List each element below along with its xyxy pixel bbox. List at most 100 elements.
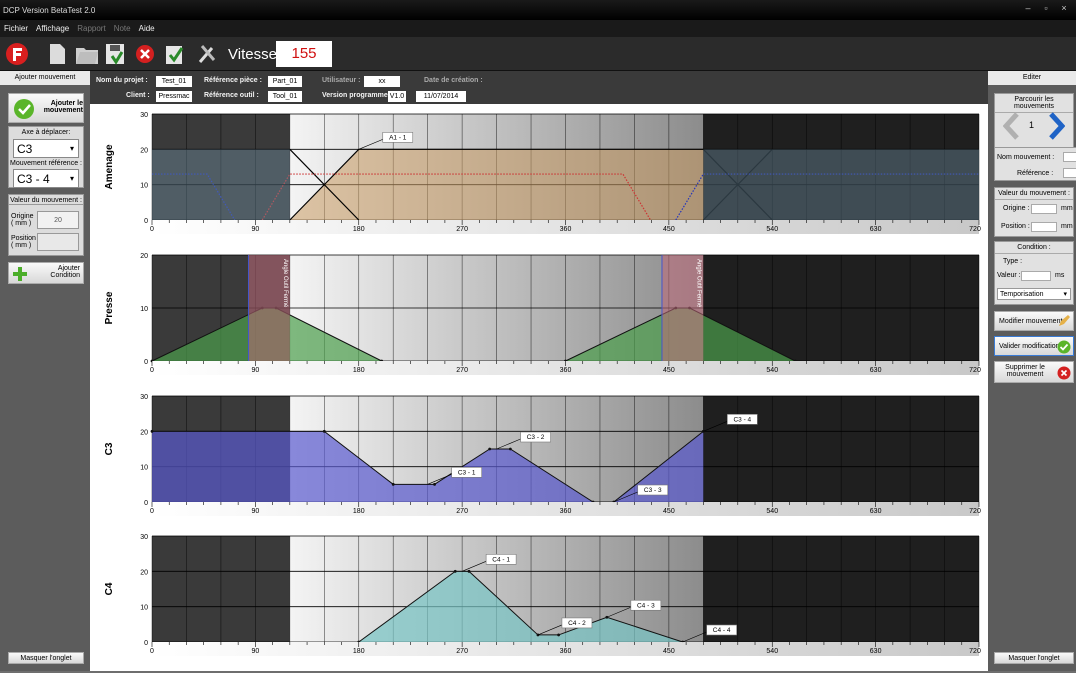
close-icon[interactable]: × xyxy=(1056,3,1072,15)
x-tick-label: 720 xyxy=(969,226,981,233)
axis-select[interactable]: C3 ▾ xyxy=(13,139,79,158)
chart-presse: 0 10 20 Presse 0 90 180 270 360 450 540 630 720 Angle… xyxy=(104,253,981,375)
add-condition-button[interactable]: Ajouter Condition xyxy=(8,262,84,284)
hide-tab-button-right[interactable]: Masquer l'onglet xyxy=(994,652,1074,664)
annotation-label: Angle Outil Fermé xyxy=(695,259,701,308)
data-point xyxy=(488,447,492,451)
x-tick-label: 180 xyxy=(353,226,365,233)
value-group: Valeur du mouvement : Origine ( mm ) 20 … xyxy=(8,194,84,256)
data-point xyxy=(322,429,326,433)
x-tick-label: 90 xyxy=(251,508,259,515)
annotation-label: C3 - 1 xyxy=(458,469,476,476)
condition-select[interactable]: Temporisation ▾ xyxy=(997,288,1071,300)
x-tick-label: 270 xyxy=(456,648,468,655)
right-header: Editer xyxy=(988,71,1076,85)
new-file-icon[interactable] xyxy=(46,42,68,66)
x-tick-label: 0 xyxy=(150,648,154,655)
ref-tool-label: Référence outil : xyxy=(204,92,259,99)
project-info-bar: Nom du projet : Test_01 Client : Pressma… xyxy=(90,71,988,104)
chevron-down-icon: ▾ xyxy=(69,144,74,153)
validate-modification-button[interactable]: Valider modification xyxy=(994,336,1074,356)
zone-tint xyxy=(152,149,290,220)
position-field[interactable] xyxy=(37,233,79,251)
condition-group: Condition : Type : Valeur : ms Temporisa… xyxy=(994,241,1074,305)
user-value: xx xyxy=(364,76,400,87)
cancel-icon[interactable] xyxy=(134,42,156,66)
x-tick-label: 450 xyxy=(663,367,675,374)
date-value: 11/07/2014 xyxy=(416,91,466,102)
origin-unit: mm xyxy=(1061,205,1073,212)
x-tick-label: 450 xyxy=(663,226,675,233)
x-tick-label: 630 xyxy=(870,648,882,655)
chevron-down-icon: ▾ xyxy=(69,174,74,183)
menu-fichier[interactable]: Fichier xyxy=(0,20,32,33)
y-tick-label: 20 xyxy=(140,147,148,154)
valeur-field[interactable] xyxy=(1021,271,1051,281)
user-label: Utilisateur : xyxy=(322,77,361,84)
app-logo-icon[interactable] xyxy=(6,42,28,66)
ref-tool-value: Tool_01 xyxy=(268,91,302,102)
x-tick-label: 0 xyxy=(150,367,154,374)
tools-icon[interactable] xyxy=(196,42,218,66)
y-tick-label: 20 xyxy=(140,429,148,436)
x-tick-label: 360 xyxy=(560,367,572,374)
name-field[interactable] xyxy=(1063,152,1076,162)
right-position-label: Position : xyxy=(1001,223,1030,230)
maximize-icon[interactable]: ▫ xyxy=(1038,3,1054,15)
series-area xyxy=(289,149,704,220)
x-tick-label: 630 xyxy=(870,367,882,374)
y-tick-label: 20 xyxy=(140,569,148,576)
chart-c3: 0 10 20 30 C3 0 90 180 270 360 450 540 630 720 C3 - 1 C… xyxy=(104,394,981,516)
menu-affichage[interactable]: Affichage xyxy=(32,20,73,33)
x-tick-label: 270 xyxy=(456,508,468,515)
x-tick-label: 360 xyxy=(560,648,572,655)
menu-note[interactable]: Note xyxy=(110,20,135,33)
reference-field[interactable] xyxy=(1063,168,1076,178)
x-tick-label: 90 xyxy=(251,367,259,374)
minimize-icon[interactable]: ‒ xyxy=(1020,3,1036,15)
x-tick-label: 0 xyxy=(150,508,154,515)
save-icon[interactable] xyxy=(104,42,126,66)
add-move-label: Ajouter le mouvement xyxy=(43,100,83,114)
origin-field[interactable]: 20 xyxy=(37,211,79,229)
data-point xyxy=(453,569,457,573)
valeur-label: Valeur : xyxy=(997,272,1021,279)
right-position-field[interactable] xyxy=(1031,222,1057,232)
chart-amenage: 0 10 20 30 Amenage 0 90 180 270 360 450 540 630 720 A1… xyxy=(104,112,981,234)
y-tick-label: 30 xyxy=(140,534,148,541)
position-label: Position ( mm ) xyxy=(11,235,36,249)
chart-area: 0 10 20 30 Amenage 0 90 180 270 360 450 540 630 720 A1… xyxy=(90,104,988,671)
annotation-label: C4 - 2 xyxy=(568,620,586,627)
menu-rapport[interactable]: Rapport xyxy=(73,20,109,33)
ref-piece-label: Référence pièce : xyxy=(204,77,262,84)
x-tick-label: 720 xyxy=(969,508,981,515)
annotation-label: A1 - 1 xyxy=(389,134,407,141)
ref-select[interactable]: C3 - 4 ▾ xyxy=(13,169,79,188)
ref-label: Mouvement référence : xyxy=(10,160,82,167)
next-arrow-icon[interactable] xyxy=(1049,112,1065,140)
speed-value[interactable]: 155 xyxy=(276,41,332,67)
delete-move-button[interactable]: Supprimer le mouvement xyxy=(994,361,1074,383)
previous-arrow-icon[interactable] xyxy=(1003,112,1019,140)
version-label: Version programme : xyxy=(322,92,393,99)
validate-icon[interactable] xyxy=(164,42,186,66)
x-tick-label: 630 xyxy=(870,226,882,233)
hide-tab-button-left[interactable]: Masquer l'onglet xyxy=(8,652,84,664)
data-point xyxy=(467,569,471,573)
x-tick-label: 630 xyxy=(870,508,882,515)
x-tick-label: 720 xyxy=(969,648,981,655)
data-point xyxy=(433,482,436,486)
y-tick-label: 20 xyxy=(140,253,148,260)
menu-aide[interactable]: Aide xyxy=(135,20,159,33)
right-origin-field[interactable] xyxy=(1031,204,1057,214)
data-point xyxy=(557,633,561,637)
add-move-button[interactable]: Ajouter le mouvement xyxy=(8,93,84,123)
x-tick-label: 540 xyxy=(766,367,778,374)
checkmark-icon xyxy=(14,99,34,119)
y-tick-label: 0 xyxy=(144,640,148,647)
menu-bar: Fichier Affichage Rapport Note Aide xyxy=(0,20,1076,37)
project-value: Test_01 xyxy=(156,76,192,87)
open-folder-icon[interactable] xyxy=(74,42,100,66)
x-tick-label: 0 xyxy=(150,226,154,233)
modify-move-button[interactable]: Modifier mouvement xyxy=(994,311,1074,331)
